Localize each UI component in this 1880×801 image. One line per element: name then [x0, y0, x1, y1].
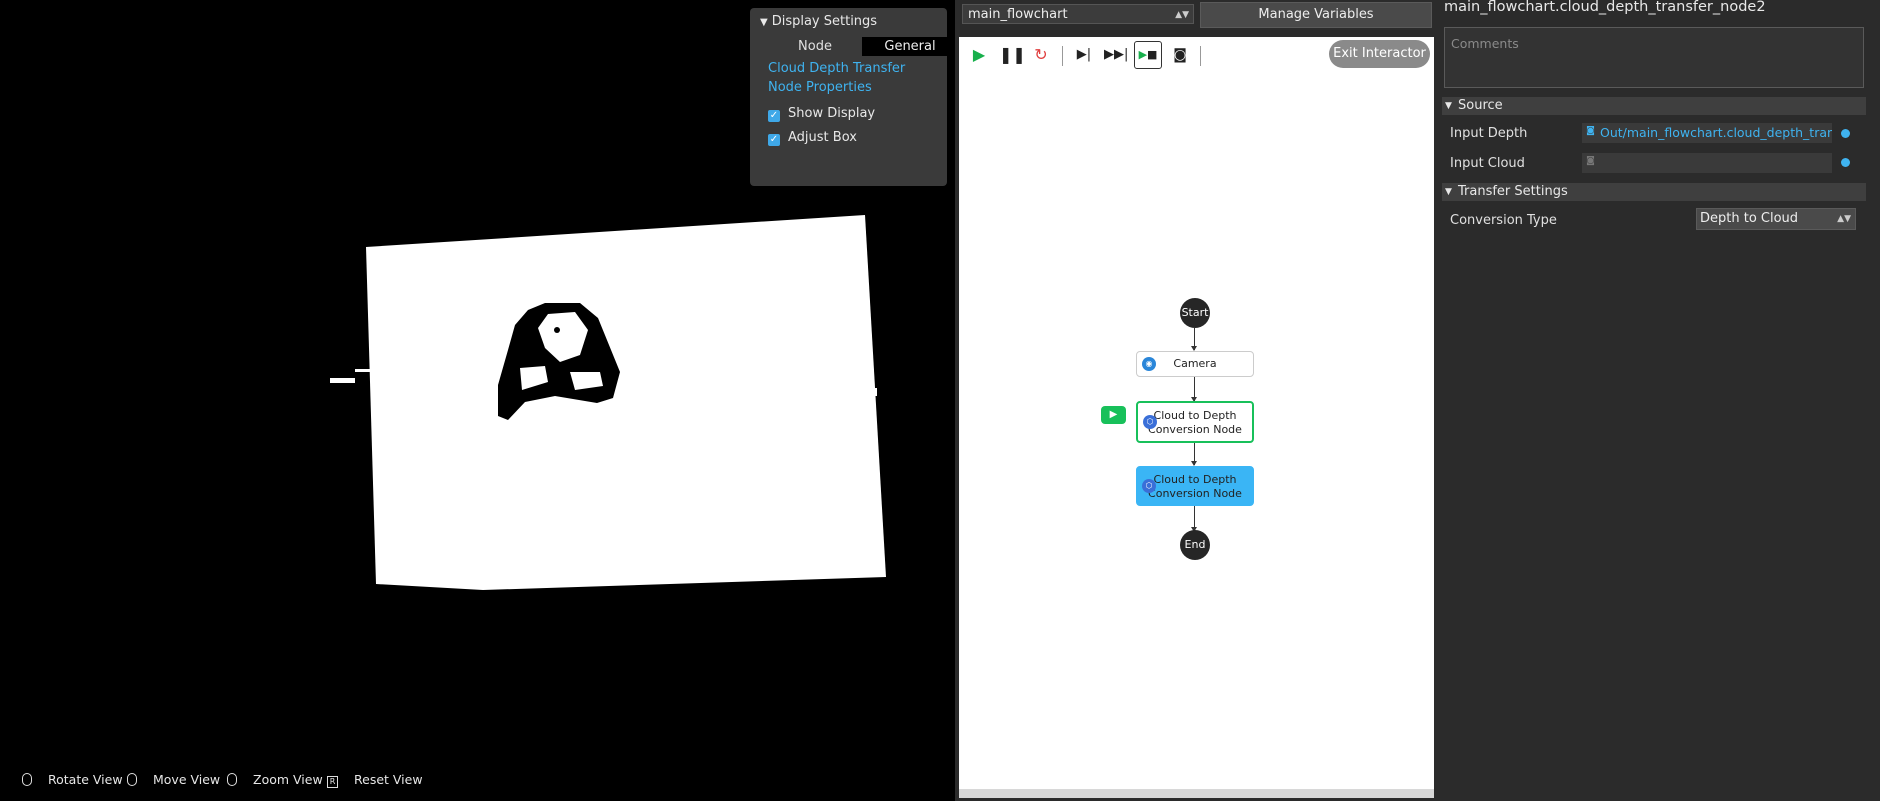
input-depth-port[interactable]	[1841, 129, 1850, 138]
checkmark-icon: ✓	[768, 134, 780, 146]
show-display-checkbox[interactable]: ✓ Show Display	[768, 106, 875, 122]
camera-capture-icon[interactable]: ◙	[1169, 44, 1191, 66]
input-depth-field[interactable]: ◙Out/main_flowchart.cloud_depth_transfer	[1582, 123, 1832, 143]
comments-field[interactable]: Comments	[1444, 27, 1864, 88]
depth-viewport[interactable]: ▼ Display Settings Node General Cloud Dep…	[0, 0, 955, 801]
cube-icon: ⬡	[1143, 415, 1157, 429]
tab-general[interactable]: General	[862, 37, 955, 56]
pause-icon[interactable]: ❚❚	[999, 44, 1026, 66]
toolbar-separator	[1062, 46, 1063, 66]
spin-arrows-icon: ▲▼	[1837, 214, 1851, 224]
node-properties-link-line2[interactable]: Node Properties	[768, 80, 872, 95]
properties-panel	[1438, 0, 1880, 801]
zoom-view-hint: Zoom View	[227, 772, 323, 787]
input-cloud-label: Input Cloud	[1450, 156, 1525, 171]
cloud-to-depth-node-2[interactable]: ⬡ Cloud to Depth Conversion Node	[1136, 466, 1254, 506]
flowchart-select[interactable]: main_flowchart ▲▼	[962, 4, 1194, 24]
node-properties-link-line1[interactable]: Cloud Depth Transfer	[768, 61, 905, 76]
restart-icon[interactable]: ↻	[1030, 44, 1052, 66]
camera-icon: ◉	[1142, 357, 1156, 371]
cloud-to-depth-node-1[interactable]: ⬡ Cloud to Depth Conversion Node	[1136, 401, 1254, 443]
input-depth-label: Input Depth	[1450, 126, 1528, 141]
input-cloud-port[interactable]	[1841, 158, 1850, 167]
source-section-header[interactable]: ▼ Source	[1442, 97, 1866, 115]
cube-icon: ⬡	[1142, 479, 1156, 493]
mouse-left-icon	[22, 773, 32, 786]
end-node[interactable]: End	[1180, 530, 1210, 560]
camera-node[interactable]: ◉ Camera	[1136, 351, 1254, 377]
toolbar-separator	[1200, 46, 1201, 66]
rotate-view-hint: Rotate View	[22, 772, 123, 787]
running-indicator-icon: ▶	[1101, 406, 1126, 424]
collapse-triangle-icon: ▼	[1445, 187, 1452, 197]
run-to-node-icon[interactable]: ▶■	[1134, 41, 1162, 69]
fast-forward-icon[interactable]: ▶▶|	[1104, 44, 1128, 66]
play-icon[interactable]: ▶	[968, 44, 990, 66]
node-title: main_flowchart.cloud_depth_transfer_node…	[1444, 0, 1766, 15]
display-settings-panel: ▼ Display Settings Node General Cloud Dep…	[750, 8, 955, 186]
start-node[interactable]: Start	[1180, 298, 1210, 328]
input-cloud-field[interactable]: ◙	[1582, 153, 1832, 173]
display-settings-header[interactable]: ▼ Display Settings	[760, 14, 877, 29]
conversion-type-select[interactable]: Depth to Cloud ▲▼	[1696, 208, 1856, 230]
adjust-box-checkbox[interactable]: ✓ Adjust Box	[768, 130, 857, 146]
camera-icon: ◙	[1586, 126, 1595, 136]
checkmark-icon: ✓	[768, 110, 780, 122]
manage-variables-button[interactable]: Manage Variables	[1200, 2, 1432, 28]
view-controls-bar: Rotate View Move View Zoom View R Reset V…	[0, 764, 955, 794]
conversion-type-label: Conversion Type	[1450, 213, 1557, 228]
cloud-icon: ◙	[1586, 156, 1595, 166]
mouse-right-icon	[127, 773, 137, 786]
reset-view-hint: R Reset View	[327, 772, 423, 788]
move-view-hint: Move View	[127, 772, 220, 787]
step-icon[interactable]: ▶|	[1073, 44, 1095, 66]
display-tabs: Node General	[768, 37, 955, 56]
horizontal-scrollbar[interactable]	[959, 789, 1434, 798]
exit-interactor-button[interactable]: Exit Interactor	[1329, 40, 1430, 68]
mouse-wheel-icon	[227, 773, 237, 786]
tab-node[interactable]: Node	[768, 37, 862, 56]
spin-arrows-icon: ▲▼	[1175, 10, 1189, 20]
r-key-icon: R	[327, 776, 338, 788]
collapse-triangle-icon: ▼	[760, 17, 768, 28]
collapse-triangle-icon: ▼	[1445, 101, 1452, 111]
transfer-settings-section-header[interactable]: ▼ Transfer Settings	[1442, 183, 1866, 201]
